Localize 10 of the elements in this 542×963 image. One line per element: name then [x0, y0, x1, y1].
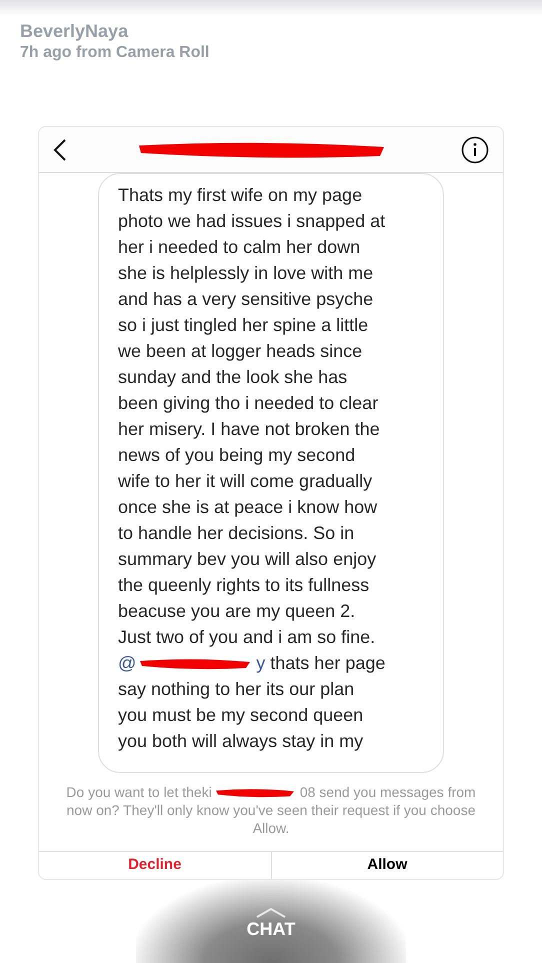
chat-label[interactable]: CHAT	[246, 918, 296, 940]
info-icon[interactable]	[461, 136, 489, 164]
allow-button[interactable]: Allow	[270, 852, 503, 879]
request-prompt: Do you want to let theki 08 send you messages from now on? They'll only know you've seen their request if you choose Allow.	[65, 783, 477, 838]
decline-button[interactable]: Decline	[39, 852, 270, 879]
story-meta: 7h ago from Camera Roll	[20, 43, 210, 63]
back-icon[interactable]	[53, 138, 67, 162]
username: BeverlyNaya	[20, 20, 130, 42]
mention-link[interactable]: @ y	[118, 653, 266, 673]
message-text: Thats my first wife on my page photo we had issues i snapped at her i needed to calm her down she is helplessly in love with me and has a very sensitive psyche so i just tingled her spine a little we been at logger heads since sunday and the look she has been giving tho i needed to clear her misery. I have not broken the news of you being my second wife to her it will come gradually once she is at peace i know how to handle her decisions. So in summary bev you will also enjoy the queenly rights to its fullness beacuse you are my queen 2. Just two of you and i am so fine. @ y thats her page say nothing to her its our plan you must be my second queen you both will always stay in my	[118, 184, 386, 753]
